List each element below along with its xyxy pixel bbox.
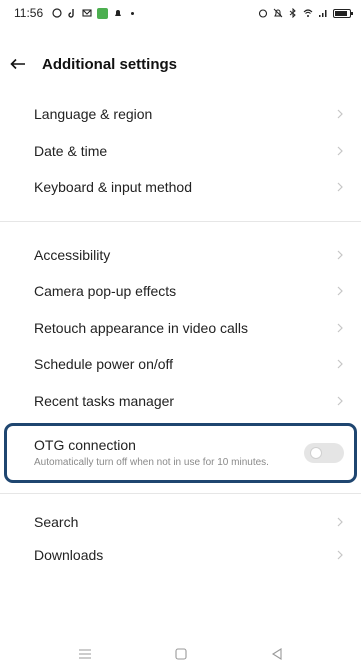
arrow-left-icon (10, 58, 25, 70)
status-bar: 11:56 (0, 0, 361, 26)
status-bar-right (258, 8, 353, 18)
settings-item-label: Search (34, 514, 79, 531)
divider (0, 220, 361, 222)
chevron-right-icon (337, 322, 347, 334)
settings-item-label: Retouch appearance in video calls (34, 319, 249, 336)
dot-icon (131, 11, 135, 15)
settings-item-otg-connection[interactable]: OTG connection Automatically turn off wh… (4, 423, 357, 483)
back-button[interactable] (4, 50, 32, 78)
settings-item-label: Downloads (34, 546, 104, 563)
settings-item-retouch-video-calls[interactable]: Retouch appearance in video calls (0, 310, 361, 347)
bluetooth-icon (288, 8, 298, 18)
settings-item-camera-popup[interactable]: Camera pop-up effects (0, 273, 361, 310)
divider (0, 493, 361, 494)
alarm-icon (258, 8, 268, 18)
settings-item-label: Accessibility (34, 246, 111, 263)
chevron-right-icon (337, 145, 347, 157)
settings-item-search[interactable]: Search (0, 504, 361, 541)
settings-item-recent-tasks[interactable]: Recent tasks manager (0, 383, 361, 420)
chevron-right-icon (337, 549, 347, 561)
whatsapp-icon (52, 8, 62, 18)
chevron-right-icon (337, 358, 347, 370)
settings-item-downloads[interactable]: Downloads (0, 541, 361, 569)
chevron-right-icon (337, 249, 347, 261)
settings-item-label: Keyboard & input method (34, 179, 192, 196)
settings-item-accessibility[interactable]: Accessibility (0, 237, 361, 274)
page-title: Additional settings (42, 55, 177, 73)
settings-item-keyboard-input[interactable]: Keyboard & input method (0, 169, 361, 206)
toggle-knob (310, 447, 322, 459)
status-bar-left: 11:56 (14, 6, 135, 20)
settings-item-schedule-power[interactable]: Schedule power on/off (0, 346, 361, 383)
chevron-right-icon (337, 395, 347, 407)
menu-button[interactable] (77, 647, 93, 661)
back-triangle-icon (271, 648, 282, 660)
home-icon (174, 648, 187, 660)
menu-icon (78, 649, 91, 659)
status-time: 11:56 (14, 6, 44, 20)
settings-item-label: Date & time (34, 142, 108, 159)
settings-item-date-time[interactable]: Date & time (0, 133, 361, 170)
chevron-right-icon (337, 108, 347, 120)
settings-item-label: Schedule power on/off (34, 356, 174, 373)
battery-fill (335, 10, 347, 16)
otg-toggle[interactable] (304, 443, 344, 463)
mute-icon (273, 8, 283, 18)
navigation-bar (0, 645, 361, 663)
settings-list: Language & region Date & time Keyboard &… (0, 96, 361, 569)
settings-item-language-region[interactable]: Language & region (0, 96, 361, 133)
back-nav-button[interactable] (269, 647, 285, 661)
music-icon (67, 8, 77, 18)
battery-icon (333, 8, 353, 18)
otg-text: OTG connection Automatically turn off wh… (34, 437, 294, 469)
wifi-icon (303, 8, 313, 18)
mail-icon (82, 8, 92, 18)
settings-item-label: Camera pop-up effects (34, 283, 177, 300)
app-green-icon (97, 7, 109, 19)
otg-title: OTG connection (34, 437, 136, 453)
otg-subtitle: Automatically turn off when not in use f… (34, 457, 269, 468)
chevron-right-icon (337, 181, 347, 193)
chevron-right-icon (337, 516, 347, 528)
settings-item-label: Language & region (34, 106, 153, 123)
signal-icon (318, 8, 328, 18)
settings-item-label: Recent tasks manager (34, 392, 175, 409)
chevron-right-icon (337, 285, 347, 297)
home-button[interactable] (173, 647, 189, 661)
header: Additional settings (0, 44, 361, 84)
notification-icon (113, 8, 123, 18)
